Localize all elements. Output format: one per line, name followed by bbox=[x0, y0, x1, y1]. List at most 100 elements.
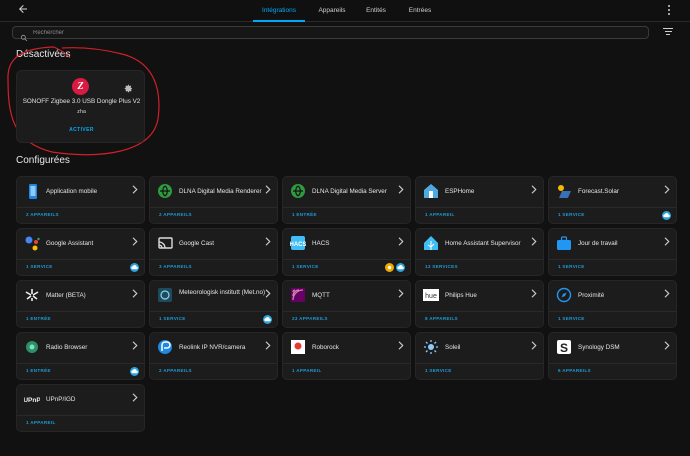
integration-footer-link[interactable]: 1 APPAREIL bbox=[292, 368, 322, 373]
integration-footer-link[interactable]: 1 SERVICE bbox=[558, 264, 585, 269]
cloud-icon bbox=[130, 367, 139, 376]
overflow-menu-icon[interactable] bbox=[665, 3, 673, 17]
home-assistant-icon bbox=[423, 235, 439, 251]
card-divider bbox=[150, 311, 277, 312]
integration-footer-link[interactable]: 1 ENTRÉE bbox=[26, 368, 51, 373]
card-divider bbox=[549, 311, 676, 312]
integration-footer-link[interactable]: 1 APPAREIL bbox=[26, 420, 56, 425]
google-assistant-icon bbox=[24, 235, 40, 251]
integration-card[interactable]: Google Assistant 1 SERVICE bbox=[16, 228, 145, 276]
integration-footer-link[interactable]: 6 APPAREILS bbox=[558, 368, 591, 373]
integration-card[interactable]: Soleil 1 SERVICE bbox=[415, 332, 544, 380]
chevron-right-icon bbox=[397, 289, 404, 300]
tab-helpers[interactable]: Entrées bbox=[404, 0, 436, 22]
integration-card[interactable]: Google Cast 3 APPAREILS bbox=[149, 228, 278, 276]
enable-button[interactable]: ACTIVER bbox=[17, 127, 146, 133]
integration-footer-link[interactable]: 1 ENTRÉE bbox=[26, 316, 51, 321]
integration-card[interactable]: UPnP UPnP/IGD 1 APPAREIL bbox=[16, 384, 145, 432]
chevron-right-icon bbox=[397, 237, 404, 248]
integration-card[interactable]: hue Philips Hue 8 APPAREILS bbox=[415, 280, 544, 328]
chevron-right-icon bbox=[663, 185, 670, 196]
svg-text:S: S bbox=[560, 341, 568, 355]
integration-card[interactable]: HACS HACS 1 SERVICE bbox=[282, 228, 411, 276]
hue-icon: hue bbox=[423, 287, 439, 303]
integration-footer-link[interactable]: 1 APPAREIL bbox=[425, 212, 455, 217]
chevron-right-icon bbox=[264, 185, 271, 196]
card-divider bbox=[283, 363, 410, 364]
disabled-integration-domain: zha bbox=[77, 109, 86, 115]
integration-footer-link[interactable]: 2 APPAREILS bbox=[159, 212, 192, 217]
integration-name: Philips Hue bbox=[445, 292, 477, 299]
integration-card[interactable]: DLNA Digital Media Server 1 ENTRÉE bbox=[282, 176, 411, 224]
tab-integrations[interactable]: Intégrations bbox=[253, 0, 305, 22]
card-divider bbox=[549, 207, 676, 208]
chevron-right-icon bbox=[530, 185, 537, 196]
integration-footer-link[interactable]: 1 SERVICE bbox=[558, 212, 585, 217]
integration-name: ESPHome bbox=[445, 188, 475, 195]
integration-name: DLNA Digital Media Renderer bbox=[179, 188, 262, 195]
tab-entities[interactable]: Entités bbox=[361, 0, 391, 22]
integration-name: Matter (BETA) bbox=[46, 292, 86, 299]
integration-card[interactable]: Proximité 1 SERVICE bbox=[548, 280, 677, 328]
zigbee-icon: Z bbox=[72, 78, 89, 95]
integration-card[interactable]: S Synology DSM 6 APPAREILS bbox=[548, 332, 677, 380]
integration-footer-link[interactable]: 1 SERVICE bbox=[292, 264, 319, 269]
filter-icon[interactable] bbox=[663, 28, 673, 37]
card-divider bbox=[17, 415, 144, 416]
card-divider bbox=[17, 311, 144, 312]
integration-card[interactable]: Forecast.Solar 1 SERVICE bbox=[548, 176, 677, 224]
svg-text:hue: hue bbox=[425, 293, 437, 300]
integration-footer-link[interactable]: 2 APPAREILS bbox=[159, 368, 192, 373]
back-arrow-icon[interactable] bbox=[17, 3, 31, 17]
upnp-icon: UPnP bbox=[23, 391, 41, 407]
disabled-integration-card[interactable]: Z SONOFF Zigbee 3.0 USB Dongle Plus V2 z… bbox=[16, 70, 145, 143]
chevron-right-icon bbox=[131, 289, 138, 300]
chevron-right-icon bbox=[663, 289, 670, 300]
integration-footer-link[interactable]: 1 SERVICE bbox=[26, 264, 53, 269]
card-divider bbox=[283, 311, 410, 312]
integration-card[interactable]: Application mobile 2 APPAREILS bbox=[16, 176, 145, 224]
integration-card[interactable]: Jour de travail 1 SERVICE bbox=[548, 228, 677, 276]
integration-footer-link[interactable]: 8 APPAREILS bbox=[425, 316, 458, 321]
integration-footer-link[interactable]: 1 SERVICE bbox=[558, 316, 585, 321]
integration-footer-link[interactable]: 1 ENTRÉE bbox=[292, 212, 317, 217]
integration-card[interactable]: Reolink IP NVR/camera 2 APPAREILS bbox=[149, 332, 278, 380]
integration-card[interactable]: Radio Browser 1 ENTRÉE bbox=[16, 332, 145, 380]
integration-card[interactable]: Roborock 1 APPAREIL bbox=[282, 332, 411, 380]
integration-name: Reolink IP NVR/camera bbox=[179, 344, 246, 351]
phone-icon bbox=[24, 183, 40, 199]
integration-name: MQTT bbox=[312, 292, 330, 299]
tab-devices[interactable]: Appareils bbox=[313, 0, 351, 22]
integration-name: Synology DSM bbox=[578, 344, 620, 351]
card-divider bbox=[17, 363, 144, 364]
chevron-right-icon bbox=[131, 185, 138, 196]
integration-name: Forecast.Solar bbox=[578, 188, 619, 195]
gear-icon[interactable] bbox=[124, 80, 133, 93]
synology-icon: S bbox=[556, 339, 572, 355]
cast-icon bbox=[157, 235, 173, 251]
integration-footer-link[interactable]: 1 SERVICE bbox=[425, 368, 452, 373]
card-divider bbox=[17, 207, 144, 208]
integration-card[interactable]: ESPHome 1 APPAREIL bbox=[415, 176, 544, 224]
integration-card[interactable]: DLNA Digital Media Renderer 2 APPAREILS bbox=[149, 176, 278, 224]
integration-name: Meteorologisk institutt (Met.no) bbox=[179, 289, 266, 296]
roborock-icon bbox=[290, 339, 306, 355]
integration-card[interactable]: Home Assistant Supervisor 13 SERVICES bbox=[415, 228, 544, 276]
card-divider bbox=[17, 259, 144, 260]
integration-footer-link[interactable]: 23 APPAREILS bbox=[292, 316, 328, 321]
chevron-right-icon bbox=[530, 237, 537, 248]
card-divider bbox=[283, 259, 410, 260]
integration-footer-link[interactable]: 13 SERVICES bbox=[425, 264, 458, 269]
integration-card[interactable]: Matter (BETA) 1 ENTRÉE bbox=[16, 280, 145, 328]
integration-footer-link[interactable]: 2 APPAREILS bbox=[26, 212, 59, 217]
integration-card[interactable]: Meteorologisk institutt (Met.no) 1 SERVIC… bbox=[149, 280, 278, 328]
card-divider bbox=[150, 207, 277, 208]
cloud-icon bbox=[396, 263, 405, 272]
integration-footer-link[interactable]: 1 SERVICE bbox=[159, 316, 186, 321]
search-input[interactable] bbox=[33, 27, 633, 38]
integration-footer-link[interactable]: 3 APPAREILS bbox=[159, 264, 192, 269]
integration-name: Google Cast bbox=[179, 240, 215, 247]
dlna-icon bbox=[290, 183, 306, 199]
integration-name: Radio Browser bbox=[46, 344, 88, 351]
integration-card[interactable]: MQTT 23 APPAREILS bbox=[282, 280, 411, 328]
